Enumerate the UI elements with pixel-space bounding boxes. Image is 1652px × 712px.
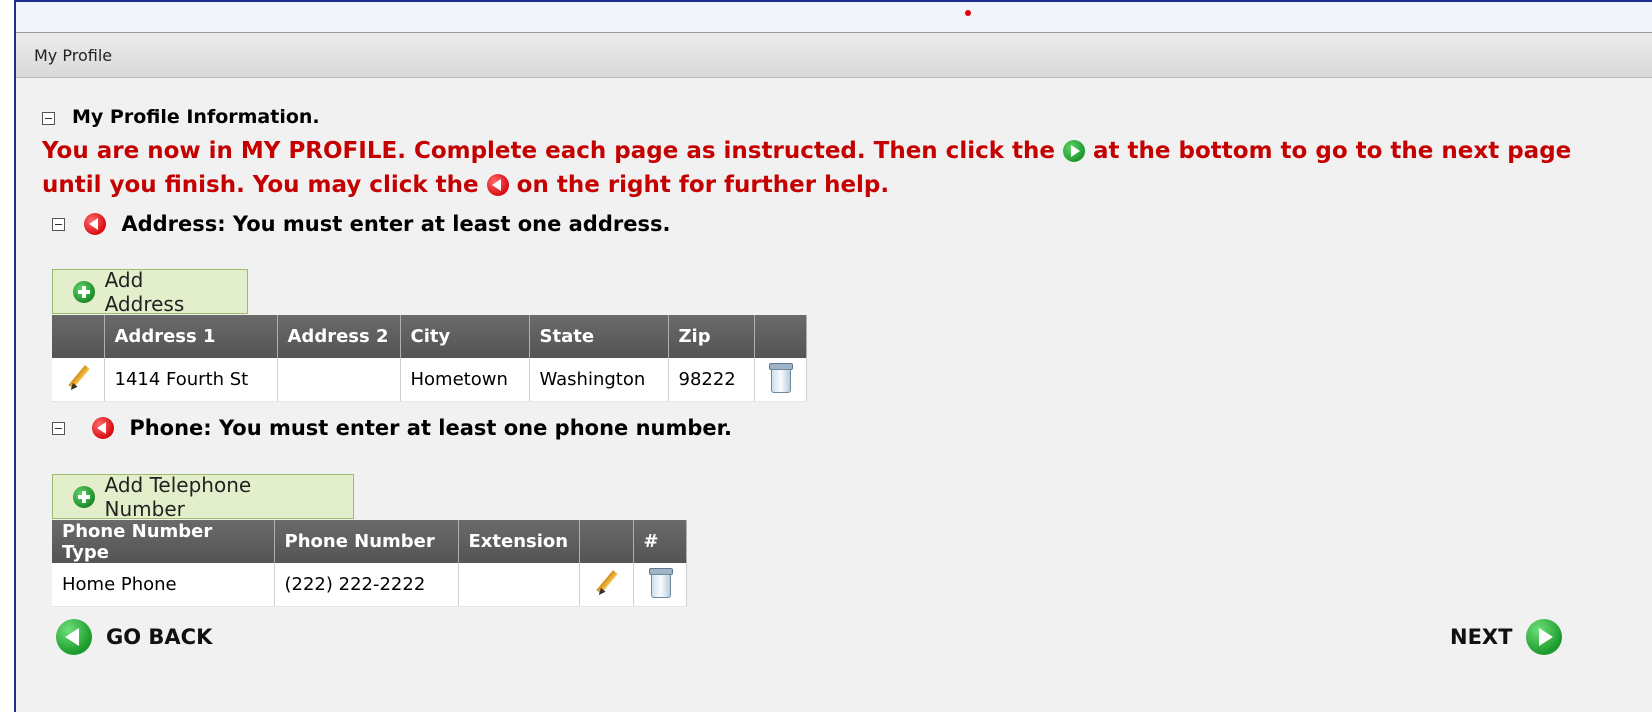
col-address2[interactable]: Address 2 (277, 315, 401, 358)
page-frame: My Profile My Profile Information. You a… (14, 0, 1652, 712)
table-row: Home Phone (222) 222-2222 (52, 563, 687, 607)
cell-state: Washington (529, 358, 669, 402)
collapse-phone-icon[interactable] (52, 422, 65, 435)
arrow-left-icon (56, 619, 92, 655)
col-delete (754, 315, 807, 358)
col-city[interactable]: City (400, 315, 530, 358)
cell-address2 (277, 358, 401, 402)
edit-pencil-icon[interactable] (592, 568, 620, 596)
top-strip (16, 2, 1652, 32)
collapse-address-icon[interactable] (52, 218, 65, 231)
table-row: 1414 Fourth St Hometown Washington 98222 (52, 358, 807, 402)
cell-zip: 98222 (668, 358, 755, 402)
go-back-button[interactable]: GO BACK (56, 619, 212, 655)
phone-heading-text: Phone: You must enter at least one phone… (129, 416, 732, 440)
address-header-row: Address 1 Address 2 City State Zip (52, 315, 807, 358)
col-phone-number[interactable]: Phone Number (274, 520, 459, 563)
instructions-text: You are now in MY PROFILE. Complete each… (42, 134, 1602, 202)
cell-phone-type: Home Phone (52, 563, 275, 607)
collapse-profile-icon[interactable] (42, 112, 55, 125)
phone-header-row: Phone Number Type Phone Number Extension… (52, 520, 687, 563)
add-icon (73, 280, 95, 303)
phone-help-icon[interactable] (92, 417, 114, 439)
cell-extension (458, 563, 580, 607)
profile-content: My Profile Information. You are now in M… (16, 78, 1652, 712)
help-inline-icon (486, 174, 509, 196)
cell-address1: 1414 Fourth St (104, 358, 278, 402)
col-edit (579, 520, 634, 563)
cell-city: Hometown (400, 358, 530, 402)
address-heading-text: Address: You must enter at least one add… (121, 212, 671, 236)
col-hash: # (633, 520, 687, 563)
edit-pencil-icon[interactable] (64, 363, 92, 391)
add-icon (73, 485, 95, 508)
go-back-label: GO BACK (106, 625, 213, 649)
panel-title: My Profile (34, 46, 113, 65)
col-phone-type[interactable]: Phone Number Type (52, 520, 275, 563)
address-section-heading: Address: You must enter at least one add… (84, 212, 670, 236)
next-button[interactable]: NEXT (1450, 619, 1563, 655)
address-table: Address 1 Address 2 City State Zip 1414 … (52, 315, 807, 402)
panel-header: My Profile (16, 32, 1652, 78)
arrow-right-icon (1526, 619, 1563, 655)
col-address1[interactable]: Address 1 (104, 315, 278, 358)
add-telephone-label: Add Telephone Number (104, 472, 252, 521)
indicator-dot (965, 10, 971, 16)
col-edit (52, 315, 105, 358)
add-address-label: Add Address (104, 267, 185, 316)
instructions-part1: You are now in MY PROFILE. Complete each… (42, 138, 1055, 164)
cell-phone-number: (222) 222-2222 (274, 563, 459, 607)
col-state[interactable]: State (529, 315, 669, 358)
next-inline-icon (1063, 140, 1086, 162)
delete-trash-icon[interactable] (767, 361, 793, 393)
col-zip[interactable]: Zip (668, 315, 755, 358)
profile-heading: My Profile Information. (72, 106, 320, 128)
phone-section-heading: Phone: You must enter at least one phone… (92, 416, 732, 440)
col-extension[interactable]: Extension (458, 520, 580, 563)
next-label: NEXT (1450, 625, 1513, 649)
address-help-icon[interactable] (84, 213, 106, 235)
add-address-button[interactable]: Add Address (52, 267, 248, 316)
add-telephone-button[interactable]: Add Telephone Number (52, 472, 354, 521)
instructions-part3: on the right for further help. (516, 172, 890, 198)
phone-table: Phone Number Type Phone Number Extension… (52, 520, 687, 607)
delete-trash-icon[interactable] (647, 566, 673, 598)
